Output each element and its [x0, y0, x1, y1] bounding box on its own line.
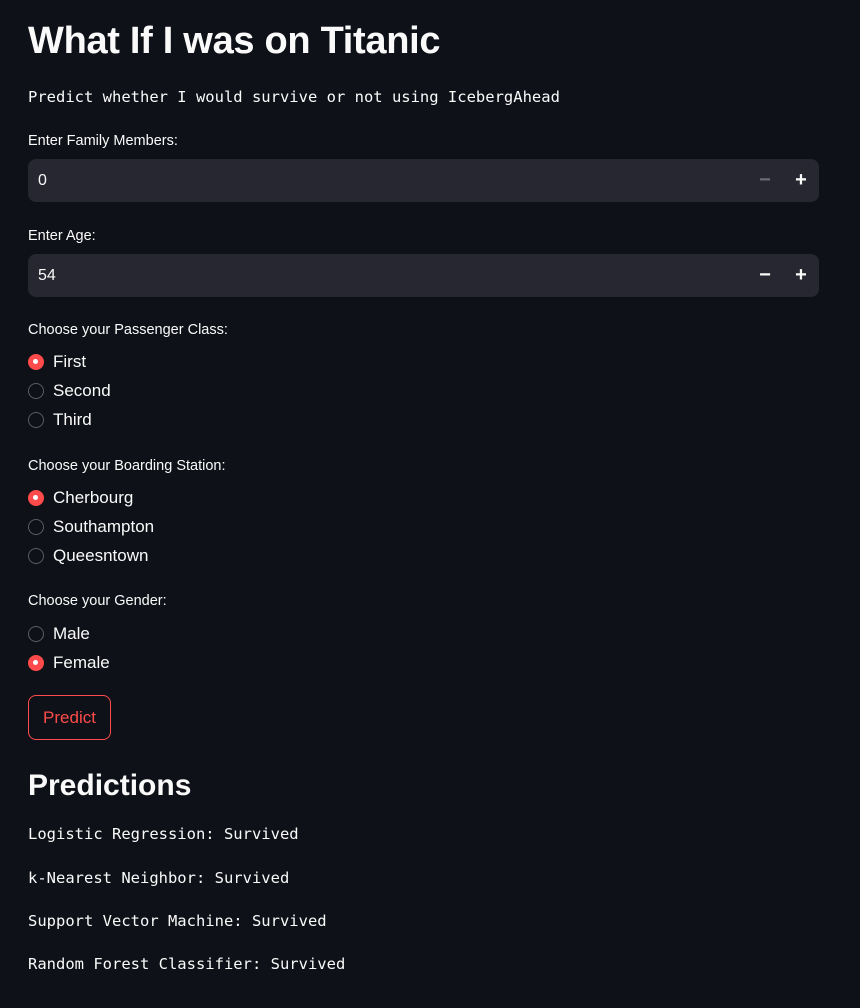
radio-label: Queesntown: [53, 546, 149, 565]
family-members-value[interactable]: 0: [38, 159, 47, 202]
radio-unchecked-icon: [28, 626, 44, 642]
radio-checked-icon: [28, 354, 44, 370]
radio-label: Southampton: [53, 517, 155, 536]
family-members-decrement-button[interactable]: −: [747, 159, 783, 202]
prediction-svm: Support Vector Machine: Survived: [28, 912, 327, 930]
gender-label: Choose your Gender:: [28, 593, 167, 609]
age-value[interactable]: 54: [38, 254, 56, 297]
passenger-class-option-third[interactable]: Third: [28, 409, 92, 431]
radio-unchecked-icon: [28, 519, 44, 535]
radio-label: Second: [53, 381, 111, 400]
family-members-increment-button[interactable]: +: [783, 159, 819, 202]
prediction-logistic-regression: Logistic Regression: Survived: [28, 825, 299, 843]
boarding-station-label: Choose your Boarding Station:: [28, 458, 226, 474]
radio-label: Female: [53, 653, 110, 672]
boarding-station-option-cherbourg[interactable]: Cherbourg: [28, 487, 133, 509]
boarding-station-option-southampton[interactable]: Southampton: [28, 516, 154, 538]
radio-unchecked-icon: [28, 412, 44, 428]
radio-label: Third: [53, 410, 92, 429]
radio-checked-icon: [28, 490, 44, 506]
age-decrement-button[interactable]: −: [747, 254, 783, 297]
age-input[interactable]: 54 − +: [28, 254, 819, 297]
radio-label: First: [53, 352, 87, 371]
radio-checked-icon: [28, 655, 44, 671]
boarding-station-option-queesntown[interactable]: Queesntown: [28, 545, 148, 567]
page-title: What If I was on Titanic: [28, 20, 441, 62]
gender-option-female[interactable]: Female: [28, 652, 110, 674]
passenger-class-option-second[interactable]: Second: [28, 380, 111, 402]
family-members-input[interactable]: 0 − +: [28, 159, 819, 202]
radio-unchecked-icon: [28, 383, 44, 399]
gender-option-male[interactable]: Male: [28, 623, 90, 645]
passenger-class-option-first[interactable]: First: [28, 351, 86, 373]
age-increment-button[interactable]: +: [783, 254, 819, 297]
page-subtitle: Predict whether I would survive or not u…: [28, 88, 560, 106]
predictions-heading: Predictions: [28, 769, 192, 802]
radio-label: Male: [53, 624, 90, 643]
prediction-random-forest: Random Forest Classifier: Survived: [28, 955, 346, 973]
radio-unchecked-icon: [28, 548, 44, 564]
family-members-label: Enter Family Members:: [28, 133, 178, 149]
prediction-knn: k-Nearest Neighbor: Survived: [28, 869, 290, 887]
radio-label: Cherbourg: [53, 488, 134, 507]
predict-button[interactable]: Predict: [28, 695, 111, 740]
passenger-class-label: Choose your Passenger Class:: [28, 322, 228, 338]
age-label: Enter Age:: [28, 228, 96, 244]
